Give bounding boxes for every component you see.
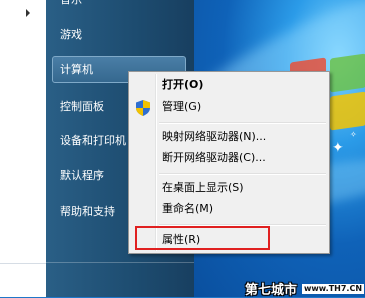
- ctx-show-on-desktop[interactable]: 在桌面上显示(S): [162, 178, 244, 198]
- ctx-map-network-drive[interactable]: 映射网络驱动器(N)...: [162, 127, 266, 147]
- ctx-open[interactable]: 打开(O): [162, 75, 203, 95]
- watermark-url: www.TH7.CN: [302, 284, 365, 294]
- start-menu-left-pane: [0, 0, 46, 297]
- start-item-games[interactable]: 游戏: [60, 22, 82, 48]
- ctx-disconnect-network-drive[interactable]: 断开网络驱动器(C)...: [162, 148, 266, 168]
- start-item-devices-printers[interactable]: 设备和打印机: [60, 128, 126, 154]
- start-item-control-panel[interactable]: 控制面板: [60, 94, 104, 120]
- uac-shield-icon: [136, 100, 150, 116]
- arrow-right-icon: [26, 9, 30, 17]
- start-item-music[interactable]: 音乐: [60, 0, 82, 13]
- start-item-help-support[interactable]: 帮助和支持: [60, 199, 115, 225]
- sparkle-icon: ✦: [332, 140, 344, 156]
- ctx-rename[interactable]: 重命名(M): [162, 199, 213, 219]
- watermark-text: 第七城市: [245, 283, 298, 298]
- properties-highlight-box: [135, 226, 270, 250]
- sparkle-icon: ✧: [350, 130, 357, 139]
- start-item-computer[interactable]: 计算机: [60, 57, 93, 83]
- ctx-manage[interactable]: 管理(G): [162, 97, 201, 117]
- start-item-default-programs[interactable]: 默认程序: [60, 163, 104, 189]
